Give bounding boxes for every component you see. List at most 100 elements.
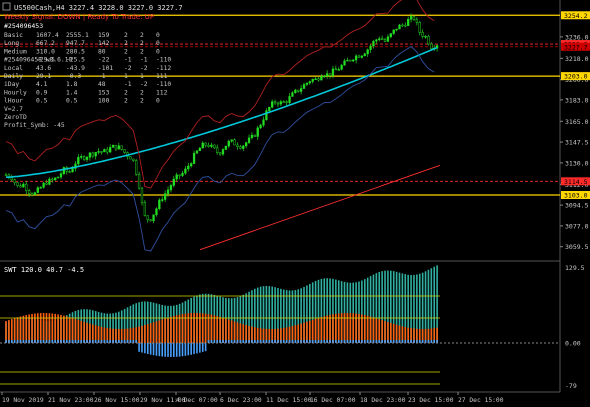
candle-body (97, 151, 100, 153)
time-label: 26 Nov 15:00 (94, 397, 140, 404)
stats-cell: lHour (4, 98, 23, 105)
stats-cell: 947.7 (66, 40, 85, 47)
candle-body (404, 24, 407, 27)
candle-body (16, 182, 19, 186)
candle-body (161, 199, 164, 201)
stats-cell: 1 (124, 73, 128, 80)
candle-body (4, 174, 8, 177)
candle-body (244, 142, 248, 147)
candle-body (111, 144, 115, 148)
price-label: 3183.0 (565, 96, 589, 104)
stats-cell: -22 (98, 57, 110, 64)
stats-cell: -43.9 (66, 65, 85, 72)
time-label: 21 Nov 23:00 (48, 397, 94, 404)
candle-body (198, 147, 202, 152)
candle-body (155, 208, 158, 215)
candle-body (314, 78, 317, 80)
stats-cell: -1 (140, 57, 148, 64)
candle-body (192, 152, 196, 164)
time-label: 23 Dec 15:00 (408, 397, 454, 404)
candle-body (137, 174, 141, 189)
indicator-scale-label: 0.00 (565, 340, 581, 348)
candle-body (378, 38, 381, 41)
stats-line: ZeroTD (4, 114, 27, 121)
stats-cell: 1607.4 (36, 32, 59, 39)
symbol-quote: US500Cash,H4 3227.4 3228.0 3227.0 3227.7 (14, 4, 183, 12)
stats-line: V=2.7 (4, 106, 23, 113)
candle-body (233, 139, 236, 146)
candle-body (91, 152, 94, 157)
candle-body (326, 73, 329, 77)
stats-cell: 0.5 (66, 98, 78, 105)
stats-cell: 2 (140, 89, 144, 96)
candle-body (190, 163, 193, 167)
candle-body (184, 168, 187, 174)
candle-body (13, 179, 16, 183)
price-label: 3077.0 (565, 222, 589, 230)
candle-body (372, 40, 375, 47)
stats-cell: 2555.1 (66, 32, 89, 39)
stats-line: Profit_Symb: -45 (4, 122, 65, 129)
trading-chart[interactable]: US500Cash,H4 3227.4 3228.0 3227.0 3227.7… (0, 0, 590, 407)
candle-body (178, 174, 181, 177)
stats-cell: -1 (124, 81, 132, 88)
candle-body (268, 106, 271, 112)
candle-body (262, 119, 265, 126)
candle-body (415, 19, 419, 23)
price-tag-label: 3227.7 (564, 43, 588, 51)
candle-body (375, 39, 378, 42)
stats-cell: 1.4 (66, 89, 78, 96)
candle-body (424, 36, 427, 38)
stats-cell: 2 (124, 98, 128, 105)
candle-body (265, 110, 268, 121)
candle-body (418, 22, 421, 33)
price-label: 3147.5 (565, 139, 589, 147)
candle-body (30, 193, 34, 196)
candle-body (273, 101, 277, 104)
candle-body (328, 73, 332, 76)
stats-cell: 112 (156, 89, 168, 96)
candle-body (323, 75, 326, 78)
stats-cell: 2 (140, 32, 144, 39)
candle-body (221, 149, 225, 155)
candle-body (421, 32, 424, 37)
stats-cell: 2 (140, 40, 144, 47)
stats-cell: 1.8 (66, 81, 78, 88)
candle-body (19, 185, 22, 188)
stats-cell: 2 (124, 48, 128, 55)
candle-body (204, 142, 207, 146)
stats-cell: 29.1 (36, 73, 51, 80)
time-label: 16 Dec 07:00 (310, 397, 356, 404)
candle-body (210, 144, 213, 147)
stats-cell: 2 (124, 40, 128, 47)
stats-cell: Daily (4, 73, 23, 80)
candle-body (380, 38, 384, 40)
candle-body (279, 101, 283, 105)
stats-cell: 1 (140, 73, 144, 80)
candle-body (308, 81, 311, 84)
candle-body (54, 177, 57, 181)
candle-body (25, 183, 28, 191)
stats-cell: 0 (156, 98, 160, 105)
stats-cell: Hourly (4, 89, 27, 96)
stats-cell: Local (4, 65, 23, 72)
stats-cell: -1 (124, 57, 132, 64)
candle-body (337, 69, 340, 71)
candle-body (369, 45, 372, 50)
candle-body (10, 177, 13, 180)
candle-body (129, 156, 132, 160)
stats-cell: -1 (98, 73, 106, 80)
stats-cell: 142 (98, 40, 110, 47)
stats-cell: -2 (140, 81, 148, 88)
stats-cell: 0.9 (36, 89, 48, 96)
stats-cell: 0 (156, 48, 160, 55)
candle-body (181, 172, 184, 176)
stats-cell: -25.5 (66, 57, 85, 64)
price-tag-label: 3203.0 (564, 73, 588, 81)
candle-body (45, 182, 48, 185)
candle-body (201, 142, 204, 149)
candle-body (430, 43, 433, 50)
candle-body (152, 214, 155, 222)
candle-body (392, 29, 395, 34)
candle-body (242, 145, 245, 149)
